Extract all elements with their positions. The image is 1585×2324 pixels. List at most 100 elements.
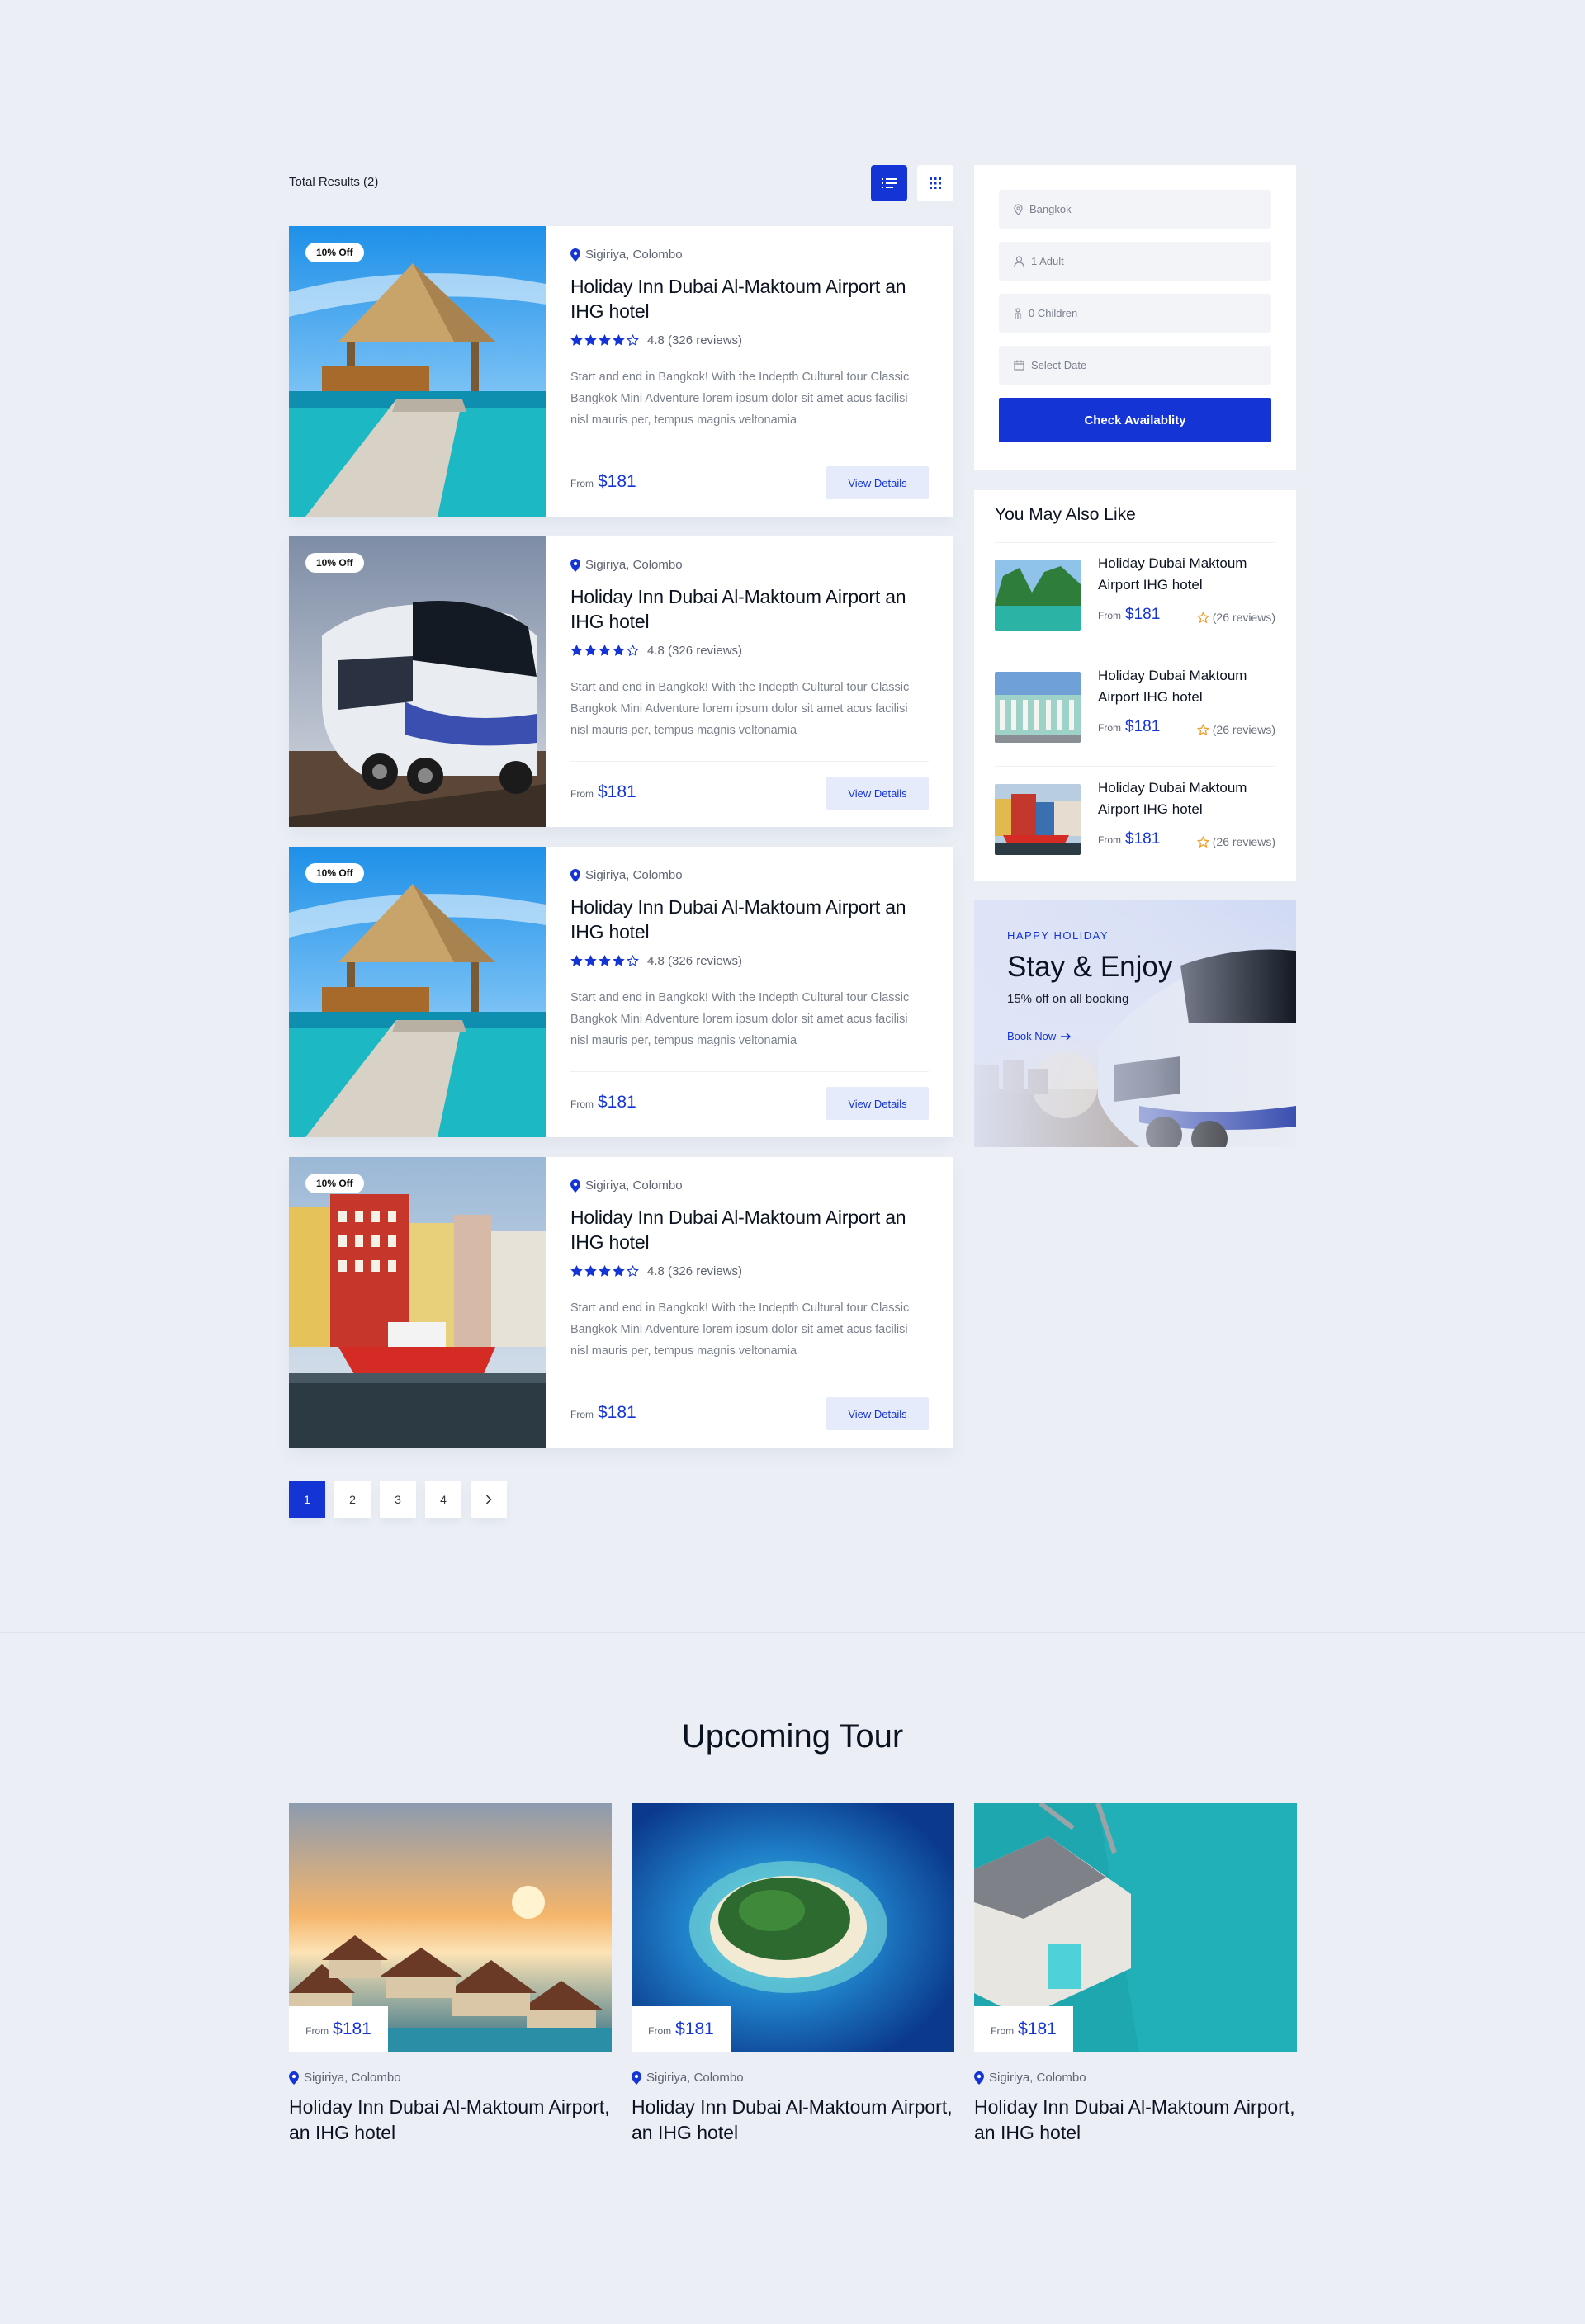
- price-from-label: From: [1098, 722, 1121, 734]
- price-from-label: From: [570, 1098, 594, 1110]
- location-field[interactable]: Bangkok: [999, 190, 1271, 229]
- lagoon-cliffs-image[interactable]: [995, 560, 1081, 631]
- star-filled-icon: [584, 1265, 597, 1277]
- listing-card[interactable]: 10% Off Sigiriya, Colombo Holiday Inn Du…: [289, 226, 953, 517]
- listing-card[interactable]: 10% Off Sigiriya, Colombo Holiday Inn Du…: [289, 1157, 953, 1448]
- view-details-button[interactable]: View Details: [826, 1397, 929, 1430]
- overwater-villa-image[interactable]: From $181: [974, 1803, 1297, 2052]
- listing-title[interactable]: Holiday Inn Dubai Al-Maktoum Airport an …: [570, 584, 929, 634]
- also-like-item[interactable]: Holiday Dubai Maktoum Airport IHG hotel …: [995, 768, 1275, 858]
- star-filled-icon: [599, 645, 611, 656]
- adults-field[interactable]: 1 Adult: [999, 242, 1271, 281]
- star-outline-icon: [1196, 611, 1209, 623]
- listing-image[interactable]: 10% Off: [289, 1157, 546, 1448]
- star-outline-icon: [627, 1265, 639, 1278]
- price-amount: $181: [675, 2019, 714, 2038]
- next-page-button[interactable]: [471, 1481, 507, 1518]
- reviews: (26 reviews): [1196, 835, 1275, 848]
- section-divider: [0, 1632, 1585, 1633]
- price-from-label: From: [570, 1409, 594, 1420]
- price-from-label: From: [1098, 610, 1121, 621]
- tour-title[interactable]: Holiday Inn Dubai Al-Maktoum Airport, an…: [632, 2095, 954, 2146]
- reviews-text: (26 reviews): [1212, 723, 1275, 736]
- price: From $181: [1098, 718, 1160, 736]
- listing-title[interactable]: Holiday Inn Dubai Al-Maktoum Airport an …: [570, 1205, 929, 1254]
- view-details-button[interactable]: View Details: [826, 1087, 929, 1120]
- arrow-right-icon: [1061, 1032, 1072, 1040]
- listing-title[interactable]: Holiday Inn Dubai Al-Maktoum Airport an …: [570, 274, 929, 324]
- tour-card[interactable]: From $181 Sigiriya, Colombo Holiday Inn D…: [632, 1803, 954, 2146]
- sunset-villas-image[interactable]: From $181: [289, 1803, 612, 2052]
- harbor-houses-image[interactable]: [995, 784, 1081, 855]
- price: From $181: [570, 1403, 636, 1423]
- price-from-label: From: [1098, 834, 1121, 846]
- listing-description: Start and end in Bangkok! With the Indep…: [570, 371, 910, 427]
- view-details-button[interactable]: View Details: [826, 777, 929, 810]
- price-amount: $181: [1125, 606, 1161, 623]
- rating: 4.8 (326 reviews): [570, 1264, 742, 1278]
- date-field[interactable]: Select Date: [999, 346, 1271, 385]
- date-value: Select Date: [1031, 359, 1087, 371]
- map-pin-icon: [570, 1179, 580, 1193]
- price-amount: $181: [598, 782, 636, 801]
- page-4-button[interactable]: 4: [425, 1481, 461, 1518]
- star-filled-icon: [599, 955, 611, 966]
- price: From $181: [570, 1093, 636, 1112]
- total-results: Total Results (2): [289, 175, 379, 189]
- also-like-title-text[interactable]: Holiday Dubai Maktoum Airport IHG hotel: [1098, 777, 1275, 820]
- promo-eyebrow: HAPPY HOLIDAY: [1007, 929, 1110, 942]
- listing-title[interactable]: Holiday Inn Dubai Al-Maktoum Airport an …: [570, 895, 929, 944]
- reviews: (26 reviews): [1196, 723, 1275, 736]
- map-pin-icon: [974, 2071, 984, 2085]
- calendar-icon: [1014, 360, 1024, 371]
- book-now-link[interactable]: Book Now: [1007, 1030, 1072, 1042]
- listing-image[interactable]: 10% Off: [289, 536, 546, 827]
- tour-card[interactable]: From $181 Sigiriya, Colombo Holiday Inn D…: [289, 1803, 612, 2146]
- also-like-item[interactable]: Holiday Dubai Maktoum Airport IHG hotel …: [995, 543, 1275, 634]
- page-2-button[interactable]: 2: [334, 1481, 371, 1518]
- price-amount: $181: [333, 2019, 371, 2038]
- price-amount: $181: [1018, 2019, 1057, 2038]
- also-like-title-text[interactable]: Holiday Dubai Maktoum Airport IHG hotel: [1098, 553, 1275, 596]
- listing-card[interactable]: 10% Off Sigiriya, Colombo Holiday Inn Du…: [289, 847, 953, 1137]
- search-panel: Bangkok 1 Adult 0 Children Select Date C…: [974, 165, 1296, 470]
- page-1-button[interactable]: 1: [289, 1481, 325, 1518]
- map-pin-icon: [289, 2071, 299, 2085]
- rating-text: 4.8 (326 reviews): [647, 644, 743, 658]
- location-text: Sigiriya, Colombo: [585, 558, 683, 572]
- listing-card[interactable]: 10% Off Sigiriya, Colombo Holiday Inn Du…: [289, 536, 953, 827]
- promo-subtitle: 15% off on all booking: [1007, 992, 1129, 1006]
- discount-badge: 10% Off: [305, 553, 364, 573]
- page-3-button[interactable]: 3: [380, 1481, 416, 1518]
- price: From $181: [1098, 606, 1160, 624]
- star-filled-icon: [613, 334, 625, 346]
- tour-title[interactable]: Holiday Inn Dubai Al-Maktoum Airport, an…: [289, 2095, 612, 2146]
- star-filled-icon: [570, 1265, 583, 1277]
- grid-view-button[interactable]: [917, 165, 953, 201]
- listing-image[interactable]: 10% Off: [289, 226, 546, 517]
- rating: 4.8 (326 reviews): [570, 954, 742, 968]
- children-field[interactable]: 0 Children: [999, 294, 1271, 333]
- promo-banner[interactable]: HAPPY HOLIDAY Stay & Enjoy 15% off on al…: [974, 900, 1296, 1147]
- also-like-title-text[interactable]: Holiday Dubai Maktoum Airport IHG hotel: [1098, 665, 1275, 708]
- tour-price-tag: From $181: [632, 2006, 731, 2052]
- listing-image[interactable]: 10% Off: [289, 847, 546, 1137]
- rating-text: 4.8 (326 reviews): [647, 333, 743, 347]
- location-text: Sigiriya, Colombo: [585, 248, 683, 262]
- children-value: 0 Children: [1029, 307, 1078, 319]
- list-view-button[interactable]: [871, 165, 907, 201]
- price: From $181: [1098, 830, 1160, 848]
- palace-building-image[interactable]: [995, 672, 1081, 743]
- price-from-label: From: [570, 788, 594, 800]
- view-details-button[interactable]: View Details: [826, 466, 929, 499]
- beach-gazebo-image: [289, 226, 546, 517]
- check-availability-button[interactable]: Check Availablity: [999, 398, 1271, 442]
- location: Sigiriya, Colombo: [289, 2071, 612, 2085]
- also-like-item[interactable]: Holiday Dubai Maktoum Airport IHG hotel …: [995, 655, 1275, 746]
- tour-card[interactable]: From $181 Sigiriya, Colombo Holiday Inn D…: [974, 1803, 1297, 2146]
- tour-title[interactable]: Holiday Inn Dubai Al-Maktoum Airport, an…: [974, 2095, 1297, 2146]
- star-filled-icon: [584, 334, 597, 346]
- island-aerial-image[interactable]: From $181: [632, 1803, 954, 2052]
- adults-value: 1 Adult: [1031, 255, 1064, 267]
- star-filled-icon: [584, 645, 597, 656]
